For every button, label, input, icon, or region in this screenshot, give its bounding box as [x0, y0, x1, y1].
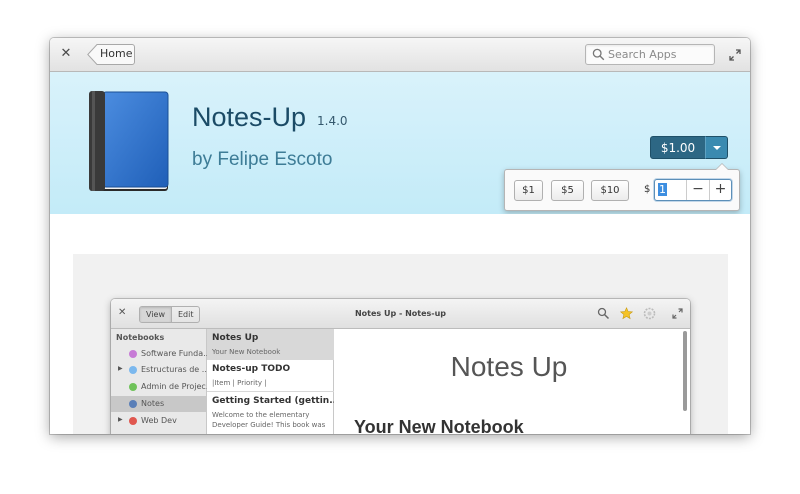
- expander-icon: ▶: [118, 365, 123, 372]
- home-back-label: Home: [100, 47, 133, 60]
- search-input[interactable]: [608, 46, 712, 63]
- price-popover: $1 $5 $10 $ 1 − +: [504, 163, 740, 211]
- home-back-button[interactable]: Home: [87, 44, 135, 65]
- page-title: Getting Started (gettin...: [212, 396, 340, 406]
- notebook-label: Software Funda...: [141, 349, 211, 358]
- close-icon[interactable]: ✕: [58, 46, 74, 62]
- notebook-color-dot: [129, 400, 137, 408]
- amount-1-button[interactable]: $1: [514, 180, 543, 201]
- app-screenshot-area: ✕ View Edit Notes Up - Notes-up Notebook…: [73, 254, 728, 434]
- notebook-color-dot: [129, 383, 137, 391]
- amount-10-button[interactable]: $10: [591, 180, 629, 201]
- custom-amount-input[interactable]: 1: [658, 183, 684, 197]
- app-author: by Felipe Escoto: [192, 149, 333, 170]
- notebook-color-dot: [129, 417, 137, 425]
- app-version: 1.4.0: [317, 114, 348, 128]
- screenshot-document-view: Notes Up Your New Notebook: [334, 329, 690, 434]
- notebook-item: Admin de Projec...: [111, 379, 213, 395]
- page-subtitle: Welcome to the elementary Developer Guid…: [212, 411, 326, 429]
- document-scrollbar: [683, 331, 687, 411]
- buy-button[interactable]: $1.00: [650, 136, 706, 159]
- notebook-label: Admin de Projec...: [141, 382, 214, 391]
- page-subtitle: Your New Notebook: [212, 348, 281, 356]
- screenshot-header-bar: ✕ View Edit Notes Up - Notes-up: [111, 299, 690, 329]
- screenshot-star-icon: [620, 307, 633, 320]
- page-list-item: Notes-up TODO |Item | Priority |: [207, 360, 334, 392]
- screenshot-gear-icon: [643, 307, 656, 320]
- screenshot-notebook-sidebar: Notebooks Software Funda... ▶ Estructura…: [111, 329, 213, 434]
- app-center-window: ✕ Home Search Apps Notes-Up 1.4.0 by Fel…: [50, 38, 750, 434]
- maximize-icon[interactable]: [728, 48, 742, 62]
- amount-5-button[interactable]: $5: [551, 180, 584, 201]
- notebook-color-dot: [129, 350, 137, 358]
- page-title: Notes-up TODO: [212, 364, 291, 374]
- app-banner: Notes-Up 1.4.0 by Felipe Escoto $1.00 $1…: [50, 72, 750, 214]
- notebook-color-dot: [129, 366, 137, 374]
- increase-button[interactable]: +: [709, 180, 731, 200]
- search-field[interactable]: [585, 44, 715, 65]
- document-title: Notes Up: [450, 351, 568, 382]
- header-bar: ✕ Home: [50, 38, 750, 72]
- notebook-label: Estructuras de ...: [141, 365, 210, 374]
- book-icon: [89, 91, 169, 191]
- notebooks-heading: Notebooks: [116, 333, 165, 342]
- app-details-content: ✕ View Edit Notes Up - Notes-up Notebook…: [50, 214, 750, 434]
- notebook-label: Web Dev: [141, 416, 177, 425]
- app-title: Notes-Up: [192, 102, 307, 132]
- notebook-item: ▶ Estructuras de ...: [111, 362, 210, 378]
- app-screenshot-image: ✕ View Edit Notes Up - Notes-up Notebook…: [111, 299, 690, 434]
- search-icon: [592, 48, 605, 61]
- screenshot-maximize-icon: [672, 308, 683, 319]
- screenshot-search-icon: [597, 307, 610, 320]
- notebook-item: Software Funda...: [111, 346, 211, 362]
- page-list-item: Notes Up Your New Notebook: [207, 329, 334, 360]
- custom-amount-prefix: $: [644, 184, 651, 195]
- page-title: Notes Up: [212, 333, 259, 343]
- price-dropdown-button[interactable]: [705, 136, 728, 159]
- custom-amount-stepper[interactable]: 1 − +: [654, 179, 732, 201]
- screenshot-page-list: Notes Up Your New Notebook Notes-up TODO…: [207, 329, 339, 434]
- expander-icon: ▶: [118, 416, 123, 423]
- page-list-item: Getting Started (gettin... Welcome to th…: [207, 392, 339, 434]
- custom-amount-value: 1: [658, 183, 667, 196]
- decrease-button[interactable]: −: [686, 180, 709, 200]
- page-subtitle: |Item | Priority |: [212, 379, 267, 387]
- notebook-item: Notes: [111, 396, 207, 412]
- notebook-label: Notes: [141, 399, 165, 408]
- notebook-item: ▶ Web Dev: [111, 413, 207, 429]
- document-heading: Your New Notebook: [354, 417, 524, 434]
